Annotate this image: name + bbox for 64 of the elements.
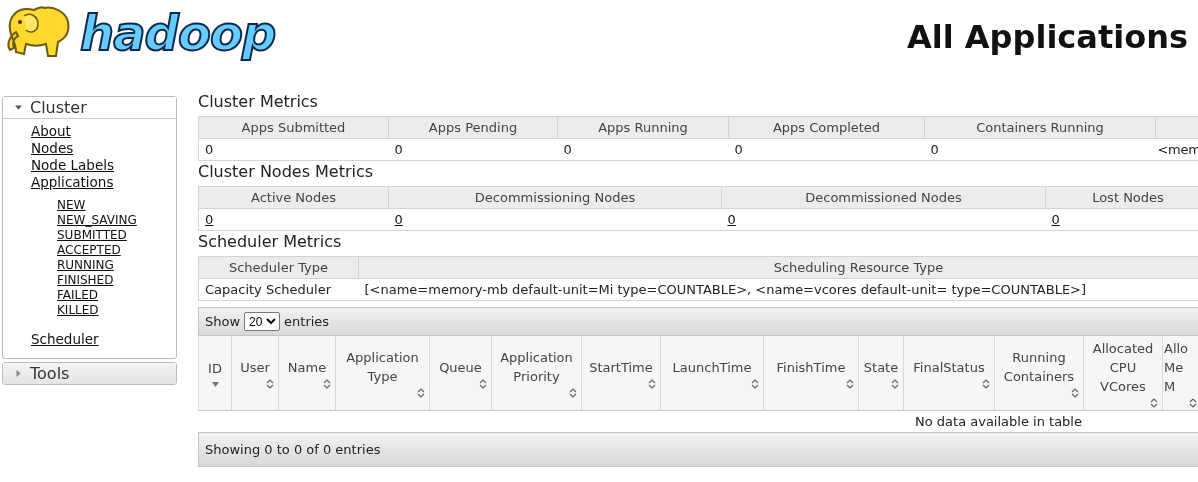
section-header[interactable]: Tools xyxy=(3,363,176,384)
column-header[interactable]: Running Containers xyxy=(994,336,1084,411)
column-header[interactable]: Name xyxy=(278,336,336,411)
section-title: Cluster Nodes Metrics xyxy=(198,162,375,182)
column-header[interactable]: Queue xyxy=(429,336,492,411)
column-header[interactable]: FinalStatus xyxy=(903,336,995,411)
section-label: Tools xyxy=(30,364,70,383)
page-title: All Applications xyxy=(907,18,1188,56)
column-header: Lost Nodes xyxy=(1045,186,1198,209)
nav-link[interactable]: NEW_SAVING xyxy=(57,213,137,228)
show-label: Show xyxy=(205,314,241,329)
entries-label: entries xyxy=(284,314,330,329)
caret-down-icon xyxy=(15,104,22,111)
value-link[interactable]: 0 xyxy=(1051,212,1060,227)
column-header[interactable]: Application Priority xyxy=(491,336,582,411)
table-cell: 0 xyxy=(924,138,1156,161)
column-header[interactable]: Allocated CPU VCores xyxy=(1083,336,1163,411)
column-header[interactable]: StartTime xyxy=(581,336,661,411)
nav-link[interactable]: About xyxy=(31,123,71,140)
page-size-select[interactable]: 20 xyxy=(244,312,281,331)
column-header: Apps Running xyxy=(557,116,729,139)
column-header: Scheduler Type xyxy=(198,256,359,279)
nav-link[interactable]: KILLED xyxy=(57,303,99,318)
nav-link[interactable]: Node Labels xyxy=(31,157,114,174)
column-header: Apps Pending xyxy=(388,116,558,139)
table-cell: 0 xyxy=(557,138,729,161)
table-cell: 0 xyxy=(388,138,558,161)
table-cell: 0 xyxy=(198,138,389,161)
nav-link[interactable]: ACCEPTED xyxy=(57,243,121,258)
nav-link[interactable]: NEW xyxy=(57,198,86,213)
value-link[interactable]: 0 xyxy=(394,212,403,227)
table-cell: [<name=memory-mb default-unit=Mi type=COUNTABLE>, <name=vcores default-unit= type=COUNTABLE>] xyxy=(358,278,1198,301)
nav-link[interactable]: RUNNING xyxy=(57,258,114,273)
value-link[interactable]: 0 xyxy=(727,212,736,227)
nav-link[interactable]: SUBMITTED xyxy=(57,228,127,243)
nav-link[interactable]: FINISHED xyxy=(57,273,114,288)
column-header: Decommissioned Nodes xyxy=(721,186,1046,209)
column-header: Decommissioning Nodes xyxy=(388,186,722,209)
column-header[interactable]: ID xyxy=(198,336,232,411)
column-header[interactable]: Allo Me M xyxy=(1162,336,1198,411)
column-header: Scheduling Resource Type xyxy=(358,256,1198,279)
column-header[interactable]: State xyxy=(858,336,904,411)
column-header: Active Nodes xyxy=(198,186,389,209)
section-header[interactable]: Cluster xyxy=(3,97,176,119)
column-header: Apps Submitted xyxy=(198,116,389,139)
caret-right-icon xyxy=(15,370,22,377)
column-header: Containers Running xyxy=(924,116,1156,139)
table-cell: 0 xyxy=(728,138,925,161)
nav-link[interactable]: Applications xyxy=(31,174,114,191)
column-header[interactable]: Application Type xyxy=(335,336,430,411)
empty-message: No data available in table xyxy=(915,414,1082,429)
section-title: Scheduler Metrics xyxy=(198,232,343,252)
info-text: Showing 0 to 0 of 0 entries xyxy=(205,442,381,457)
nav-link[interactable]: FAILED xyxy=(57,288,99,303)
section-title: Cluster Metrics xyxy=(198,92,319,112)
nav-link[interactable]: Nodes xyxy=(31,140,74,157)
table-cell: Capacity Scheduler xyxy=(198,278,359,301)
column-header[interactable]: LaunchTime xyxy=(660,336,764,411)
nav-link[interactable]: Scheduler xyxy=(31,331,99,348)
section-label: Cluster xyxy=(30,98,87,117)
column-header[interactable]: User xyxy=(231,336,279,411)
column-header: Apps Completed xyxy=(728,116,925,139)
value-link[interactable]: 0 xyxy=(205,212,214,227)
column-header[interactable]: FinishTime xyxy=(763,336,859,411)
